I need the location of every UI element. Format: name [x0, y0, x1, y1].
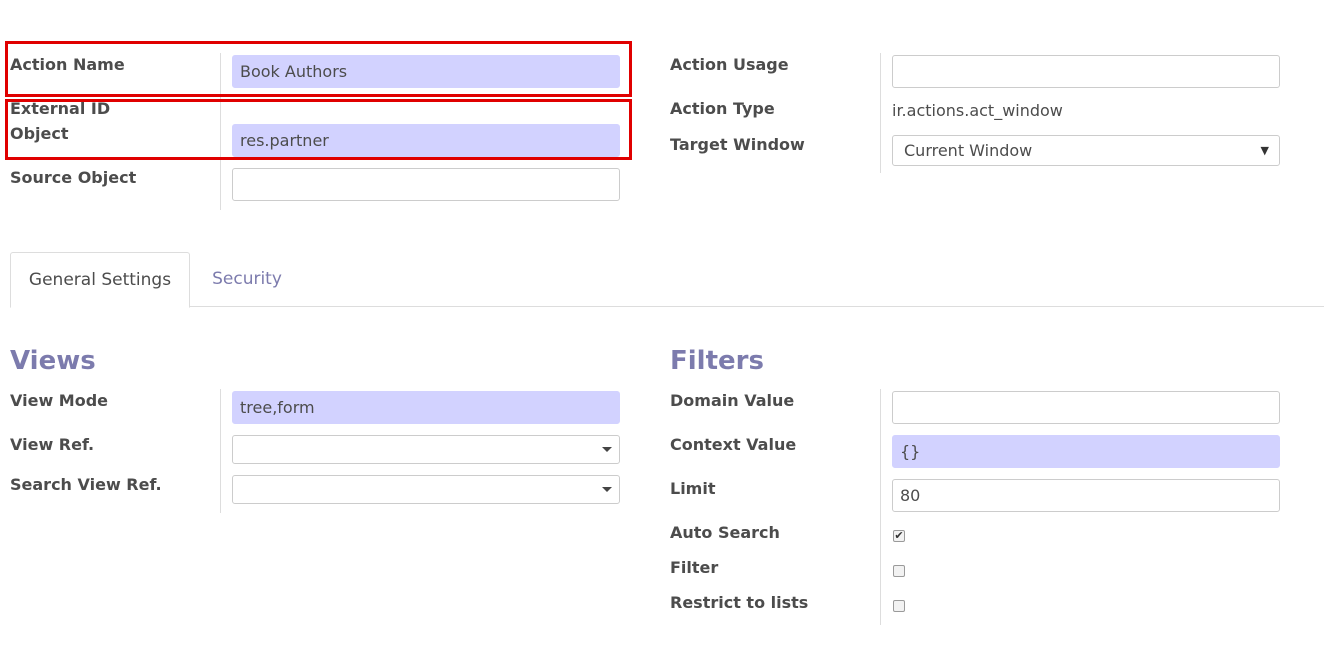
auto-search-checkbox[interactable]: ✔	[893, 530, 905, 542]
view-mode-input[interactable]: tree,form	[232, 391, 620, 424]
domain-value-label: Domain Value	[670, 391, 795, 410]
action-usage-input[interactable]	[892, 55, 1280, 88]
tab-security[interactable]: Security	[192, 252, 302, 308]
chevron-down-icon	[602, 487, 612, 492]
views-section-title: Views	[10, 346, 96, 376]
source-object-input[interactable]	[232, 168, 620, 201]
auto-search-label: Auto Search	[670, 523, 780, 542]
action-type-label: Action Type	[670, 99, 775, 118]
highlight-box-object	[5, 99, 632, 160]
tab-general-settings[interactable]: General Settings	[10, 252, 190, 308]
highlight-box-action-name	[5, 41, 632, 97]
filters-group-divider	[880, 389, 881, 625]
filters-section-title: Filters	[670, 346, 764, 376]
action-usage-label: Action Usage	[670, 55, 789, 74]
target-window-select[interactable]: Current Window ▼	[892, 135, 1280, 166]
checkmark-icon: ✔	[894, 529, 904, 542]
view-ref-select[interactable]	[232, 435, 620, 464]
restrict-to-lists-label: Restrict to lists	[670, 593, 809, 612]
views-group-divider	[220, 389, 221, 513]
dropdown-arrow-icon: ▼	[1260, 144, 1269, 157]
context-value-input[interactable]: {}	[892, 435, 1280, 468]
right-group-divider	[880, 53, 881, 173]
chevron-down-icon	[602, 447, 612, 452]
context-value-label: Context Value	[670, 435, 797, 454]
target-window-value: Current Window	[904, 141, 1033, 160]
action-type-value: ir.actions.act_window	[892, 101, 1063, 120]
limit-label: Limit	[670, 479, 716, 498]
view-mode-label: View Mode	[10, 391, 109, 410]
restrict-to-lists-checkbox[interactable]	[893, 600, 905, 612]
source-object-label: Source Object	[10, 168, 137, 187]
target-window-label: Target Window	[670, 135, 805, 154]
filter-label: Filter	[670, 558, 719, 577]
view-ref-label: View Ref.	[10, 435, 95, 454]
search-view-ref-select[interactable]	[232, 475, 620, 504]
limit-input[interactable]: 80	[892, 479, 1280, 512]
filter-checkbox[interactable]	[893, 565, 905, 577]
domain-value-input[interactable]	[892, 391, 1280, 424]
search-view-ref-label: Search View Ref.	[10, 475, 162, 494]
